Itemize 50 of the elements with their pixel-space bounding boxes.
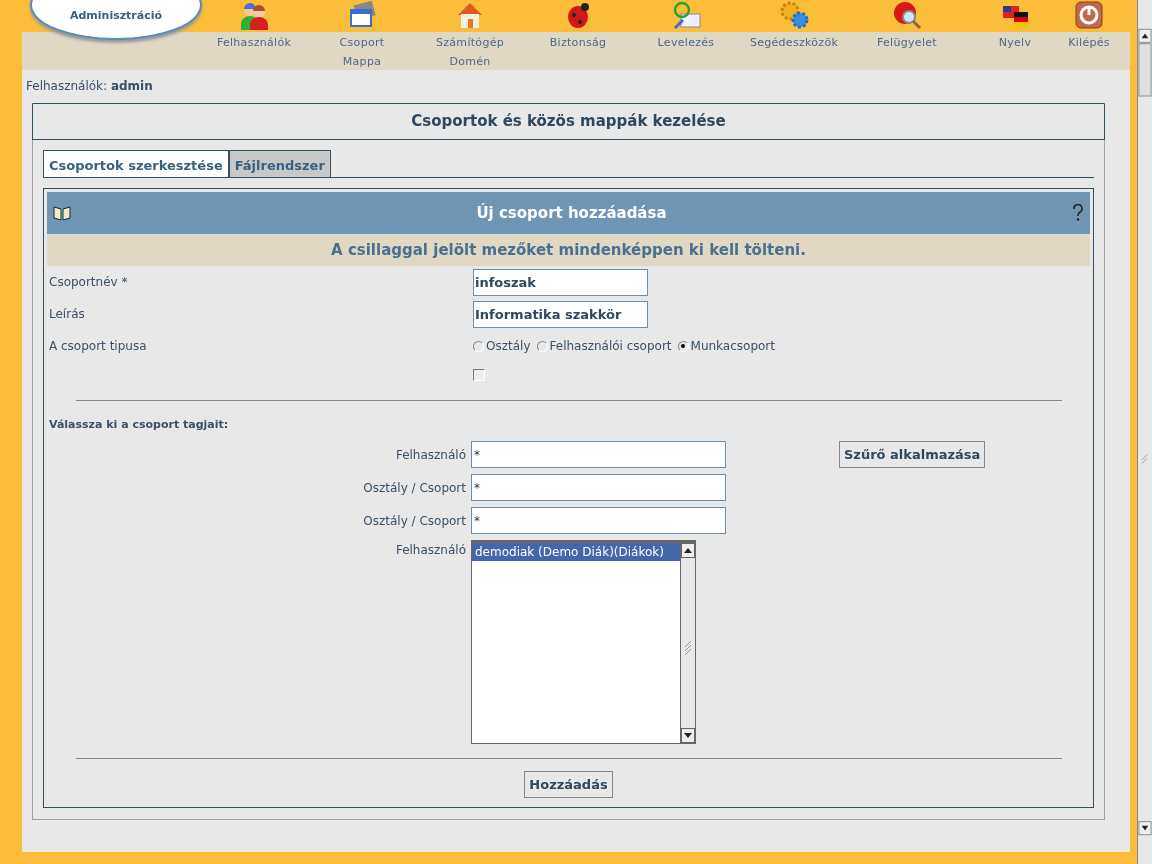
tab[interactable]: Csoportok szerkesztése — [43, 150, 229, 177]
apply-filter-button[interactable]: Szűrő alkalmazása — [839, 441, 986, 468]
list-item[interactable]: demodiak (Demo Diák)(Diákok) — [472, 543, 680, 561]
radio-label: Felhasználói csoport — [549, 339, 672, 353]
text-field[interactable]: Informatika szakkör — [473, 300, 648, 328]
radio-button[interactable] — [536, 340, 548, 352]
filter-label: Osztály / Csoport — [362, 513, 467, 528]
filter-label: Felhasználó — [394, 447, 467, 462]
page-scrollbar[interactable] — [1137, 0, 1152, 864]
field-label: A csoport tipusa — [49, 339, 148, 353]
nav-item[interactable]: Felügyelet — [848, 0, 966, 71]
add-button[interactable]: Hozzáadás — [524, 771, 613, 798]
user-listbox[interactable]: demodiak (Demo Diák)(Diákok) — [471, 540, 696, 744]
tab[interactable]: Fájlrendszer — [228, 150, 331, 177]
nav-item[interactable]: Levelezés — [632, 0, 740, 71]
breadcrumb: Felhasználók: admin — [25, 78, 154, 95]
scrollbar[interactable] — [680, 543, 695, 743]
logo: Adminisztráció — [30, 0, 202, 40]
radio-label: Munkacsoport — [690, 339, 775, 353]
window-icon — [347, 0, 377, 30]
section-heading: Válassza ki a csoport tagjait: — [48, 417, 230, 433]
radio-button[interactable] — [677, 340, 689, 352]
filter-field[interactable]: * — [471, 474, 726, 501]
nav-item[interactable]: Számítógép Domén — [416, 0, 524, 71]
help-icon — [892, 0, 922, 30]
field-label: Csoportnév * — [49, 275, 129, 289]
nav-item[interactable]: Segédeszközök — [740, 0, 848, 71]
form-title: Új csoport hozzáadása — [475, 204, 668, 222]
filter-field[interactable]: * — [471, 441, 726, 468]
panel-title: Csoportok és közös mappák kezelése — [410, 111, 727, 132]
field-label: Leírás — [49, 307, 86, 321]
checkbox[interactable] — [473, 369, 485, 381]
filter-label: Osztály / Csoport — [362, 480, 467, 495]
gears-icon — [779, 0, 809, 30]
nav-item[interactable]: Kilépés — [1064, 0, 1114, 71]
people-icon — [239, 0, 269, 30]
nav-item[interactable]: Felhasználók — [200, 0, 308, 71]
radio-label: Osztály — [486, 339, 531, 353]
help-icon[interactable] — [1072, 204, 1084, 222]
nav-item[interactable]: Nyelv — [966, 0, 1064, 71]
filter-field[interactable]: * — [471, 507, 726, 534]
list-label: Felhasználó — [394, 542, 467, 559]
envelope-icon — [671, 0, 701, 30]
book-icon — [53, 205, 71, 221]
radio-button[interactable] — [473, 340, 484, 352]
notice: A csillaggal jelölt mezőket mindenképpen ki kell tölteni. — [47, 234, 1090, 266]
nav-item[interactable]: Biztonság — [524, 0, 632, 71]
power-icon — [1074, 0, 1104, 30]
nav-item[interactable]: Csoport Mappa — [308, 0, 416, 71]
text-field[interactable]: infoszak — [473, 268, 648, 296]
